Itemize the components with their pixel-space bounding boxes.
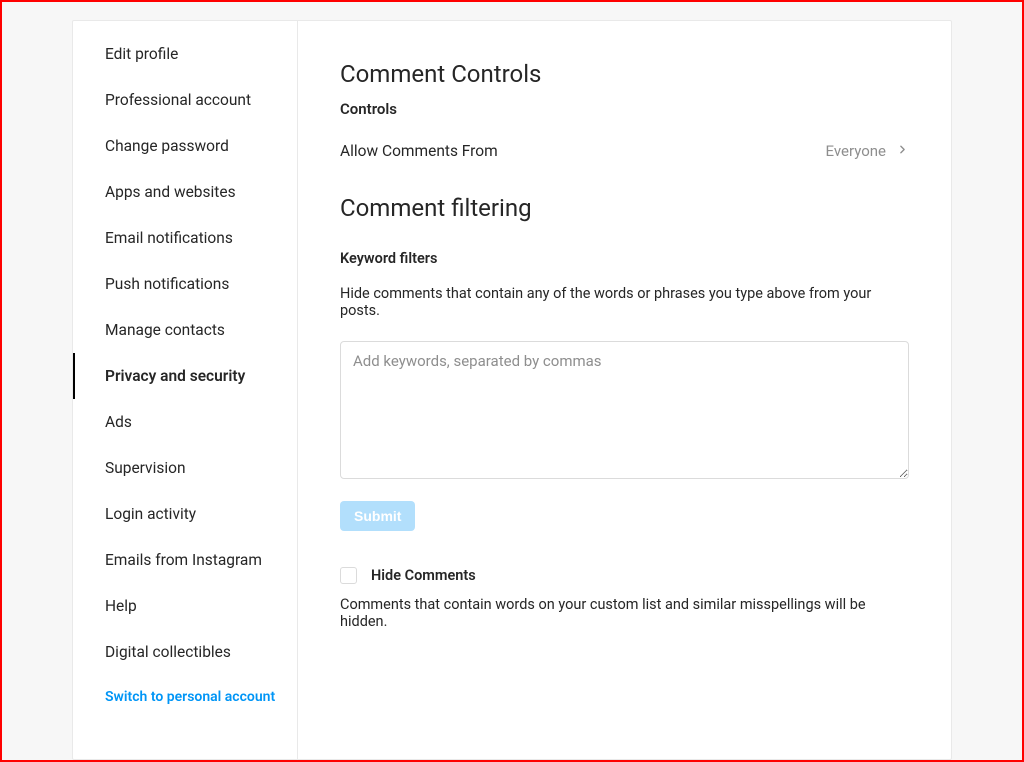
sidebar-item-label: Change password [105,137,229,155]
switch-to-personal-link[interactable]: Switch to personal account [73,675,297,719]
allow-comments-row[interactable]: Allow Comments From Everyone [340,136,909,184]
sidebar-item-label: Edit profile [105,45,178,63]
keyword-filters-heading: Keyword filters [340,250,909,267]
sidebar-item-label: Ads [105,413,132,431]
sidebar-item-supervision[interactable]: Supervision [73,445,297,491]
app-frame: Edit profile Professional account Change… [0,0,1024,762]
sidebar-item-label: Push notifications [105,275,229,293]
hide-comments-help: Comments that contain words on your cust… [340,596,909,630]
sidebar-item-change-password[interactable]: Change password [73,123,297,169]
sidebar-item-label: Help [105,597,137,615]
comment-filtering-title: Comment filtering [340,194,909,222]
sidebar-item-label: Login activity [105,505,196,523]
hide-comments-checkbox[interactable] [340,567,357,584]
sidebar-item-label: Manage contacts [105,321,225,339]
hide-comments-row: Hide Comments [340,567,909,584]
sidebar-item-label: Emails from Instagram [105,551,262,569]
settings-panel: Edit profile Professional account Change… [72,20,952,760]
hide-comments-label: Hide Comments [371,567,476,584]
sidebar-item-login-activity[interactable]: Login activity [73,491,297,537]
allow-comments-value-wrap: Everyone [826,142,909,160]
sidebar-item-emails-from-instagram[interactable]: Emails from Instagram [73,537,297,583]
controls-subheading: Controls [340,100,909,118]
main-content: Comment Controls Controls Allow Comments… [298,21,951,759]
allow-comments-value: Everyone [826,142,886,160]
sidebar-item-digital-collectibles[interactable]: Digital collectibles [73,629,297,675]
comment-controls-title: Comment Controls [340,60,909,88]
sidebar-item-push-notifications[interactable]: Push notifications [73,261,297,307]
sidebar-item-privacy-security[interactable]: Privacy and security [73,353,297,399]
sidebar-item-label: Switch to personal account [105,689,275,705]
sidebar-item-label: Email notifications [105,229,233,247]
sidebar-item-manage-contacts[interactable]: Manage contacts [73,307,297,353]
sidebar-item-help[interactable]: Help [73,583,297,629]
sidebar-item-label: Apps and websites [105,183,236,201]
settings-sidebar: Edit profile Professional account Change… [73,21,298,759]
keywords-input[interactable] [340,341,909,479]
sidebar-item-email-notifications[interactable]: Email notifications [73,215,297,261]
sidebar-item-label: Digital collectibles [105,643,231,661]
submit-button[interactable]: Submit [340,501,415,531]
sidebar-item-apps-websites[interactable]: Apps and websites [73,169,297,215]
sidebar-item-label: Supervision [105,459,186,477]
sidebar-item-ads[interactable]: Ads [73,399,297,445]
sidebar-item-edit-profile[interactable]: Edit profile [73,31,297,77]
keyword-filters-help: Hide comments that contain any of the wo… [340,285,909,319]
allow-comments-label: Allow Comments From [340,142,498,160]
sidebar-item-label: Professional account [105,91,251,109]
sidebar-item-professional-account[interactable]: Professional account [73,77,297,123]
sidebar-item-label: Privacy and security [105,367,245,385]
chevron-right-icon [896,142,909,160]
